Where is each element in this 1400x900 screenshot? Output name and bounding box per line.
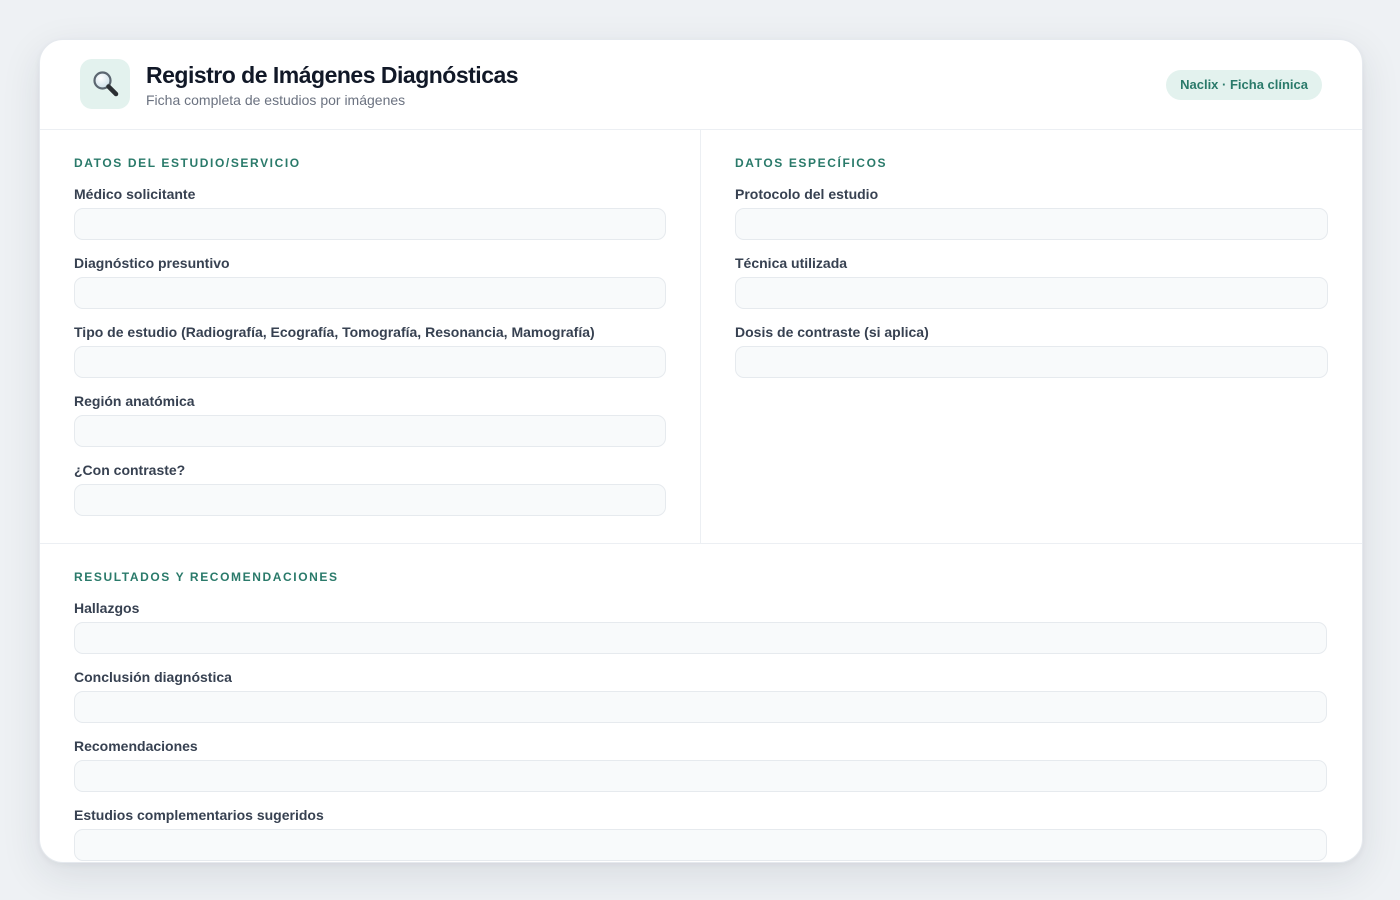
section-title: RESULTADOS Y RECOMENDACIONES [74, 570, 339, 584]
field-hallazgos: Hallazgos [74, 599, 1327, 654]
conclusion-input[interactable] [74, 691, 1327, 723]
magnifier-icon [80, 59, 130, 109]
field-label: Diagnóstico presuntivo [74, 255, 230, 271]
field-label: ¿Con contraste? [74, 462, 186, 478]
form-card: Registro de Imágenes Diagnósticas Ficha … [39, 39, 1363, 863]
diagnostico-presuntivo-input[interactable] [74, 277, 666, 309]
dosis-contraste-input[interactable] [735, 346, 1328, 378]
section-divider [40, 543, 1362, 544]
field-label: Protocolo del estudio [735, 186, 879, 202]
tecnica-input[interactable] [735, 277, 1328, 309]
column-divider [700, 129, 701, 543]
field-tipo-estudio: Tipo de estudio (Radiografía, Ecografía,… [74, 323, 666, 378]
estudios-complementarios-input[interactable] [74, 829, 1327, 861]
field-con-contraste: ¿Con contraste? [74, 461, 666, 516]
form-header: Registro de Imágenes Diagnósticas Ficha … [40, 40, 1362, 130]
section-estudio-servicio: DATOS DEL ESTUDIO/SERVICIO Médico solici… [74, 155, 666, 516]
field-tecnica: Técnica utilizada [735, 254, 1328, 309]
field-label: Médico solicitante [74, 186, 196, 202]
section-resultados: RESULTADOS Y RECOMENDACIONES Hallazgos C… [74, 569, 1327, 861]
region-anatomica-input[interactable] [74, 415, 666, 447]
con-contraste-input[interactable] [74, 484, 666, 516]
hallazgos-input[interactable] [74, 622, 1327, 654]
field-dosis-contraste: Dosis de contraste (si aplica) [735, 323, 1328, 378]
recomendaciones-input[interactable] [74, 760, 1327, 792]
protocolo-input[interactable] [735, 208, 1328, 240]
field-diagnostico-presuntivo: Diagnóstico presuntivo [74, 254, 666, 309]
tipo-estudio-input[interactable] [74, 346, 666, 378]
section-title: DATOS DEL ESTUDIO/SERVICIO [74, 156, 301, 170]
page-subtitle: Ficha completa de estudios por imágenes [146, 92, 406, 108]
field-label: Hallazgos [74, 600, 140, 616]
page-title: Registro de Imágenes Diagnósticas [146, 62, 519, 88]
field-label: Tipo de estudio (Radiografía, Ecografía,… [74, 324, 595, 340]
field-estudios-complementarios: Estudios complementarios sugeridos [74, 806, 1327, 861]
field-region-anatomica: Región anatómica [74, 392, 666, 447]
field-label: Conclusión diagnóstica [74, 669, 232, 685]
field-label: Estudios complementarios sugeridos [74, 807, 324, 823]
section-datos-especificos: DATOS ESPECÍFICOS Protocolo del estudio … [735, 155, 1328, 378]
field-label: Región anatómica [74, 393, 195, 409]
field-label: Técnica utilizada [735, 255, 848, 271]
section-title: DATOS ESPECÍFICOS [735, 156, 888, 170]
field-recomendaciones: Recomendaciones [74, 737, 1327, 792]
field-label: Dosis de contraste (si aplica) [735, 324, 929, 340]
field-label: Recomendaciones [74, 738, 198, 754]
app-badge: Naclix · Ficha clínica [1166, 70, 1322, 100]
field-protocolo: Protocolo del estudio [735, 185, 1328, 240]
medico-solicitante-input[interactable] [74, 208, 666, 240]
field-conclusion: Conclusión diagnóstica [74, 668, 1327, 723]
field-medico-solicitante: Médico solicitante [74, 185, 666, 240]
